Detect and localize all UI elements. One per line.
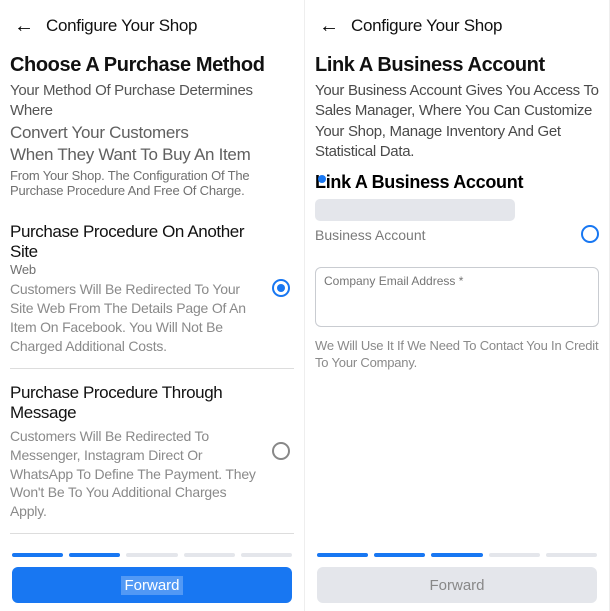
progress-seg [546,553,597,557]
business-account-label: Business Account [315,227,426,243]
pane-link-business: ← Configure Your Shop Link A Business Ac… [305,0,610,611]
footer: Forward [317,553,597,603]
header: ← Configure Your Shop [10,10,294,50]
option-body: Customers Will Be Redirected To Messenge… [10,427,258,521]
option-subtag: Web [10,262,258,277]
radio-another-site[interactable] [272,279,290,297]
progress-bar [12,553,292,557]
progress-bar [317,553,597,557]
header-title: Configure Your Shop [351,16,502,36]
pane-purchase-method: ← Configure Your Shop Choose A Purchase … [0,0,305,611]
lead-line-1: Your Method Of Purchase Determines Where [10,81,294,122]
progress-seg [431,553,482,557]
header-title: Configure Your Shop [46,16,197,36]
option-body: Customers Will Be Redirected To Your Sit… [10,280,258,356]
back-icon[interactable]: ← [14,16,34,36]
progress-seg [184,553,235,557]
forward-button[interactable]: Forward [12,567,292,603]
page-title: Link A Business Account [315,54,599,77]
lead-text: Your Business Account Gives You Access T… [315,81,599,162]
header: ← Configure Your Shop [315,10,599,50]
option-another-site[interactable]: Purchase Procedure On Another Site Web C… [10,208,294,369]
lead-line-3: When They Want To Buy An Item [10,144,294,166]
option-title: Purchase Procedure On Another Site [10,222,258,263]
progress-seg [374,553,425,557]
option-through-message[interactable]: Purchase Procedure Through Message Custo… [10,369,294,534]
progress-seg [489,553,540,557]
progress-seg [69,553,120,557]
progress-seg [241,553,292,557]
business-account-field[interactable] [315,199,515,221]
lead-line-4: From Your Shop. The Configuration Of The… [10,168,294,198]
page-title: Choose A Purchase Method [10,54,294,77]
back-icon[interactable]: ← [319,16,339,36]
email-helper-text: We Will Use It If We Need To Contact You… [315,338,599,372]
progress-seg [126,553,177,557]
lead-line-2: Convert Your Customers [10,122,294,144]
progress-seg [317,553,368,557]
radio-through-message[interactable] [272,442,290,460]
business-account-block: Link A Business Account Business Account [315,172,599,243]
radio-business-account[interactable] [581,225,599,243]
option-title: Purchase Procedure Through Message [10,383,258,424]
forward-button[interactable]: Forward [317,567,597,603]
subtitle: Link A Business Account [315,172,599,193]
progress-seg [12,553,63,557]
footer: Forward [12,553,292,603]
company-email-input[interactable] [315,267,599,327]
